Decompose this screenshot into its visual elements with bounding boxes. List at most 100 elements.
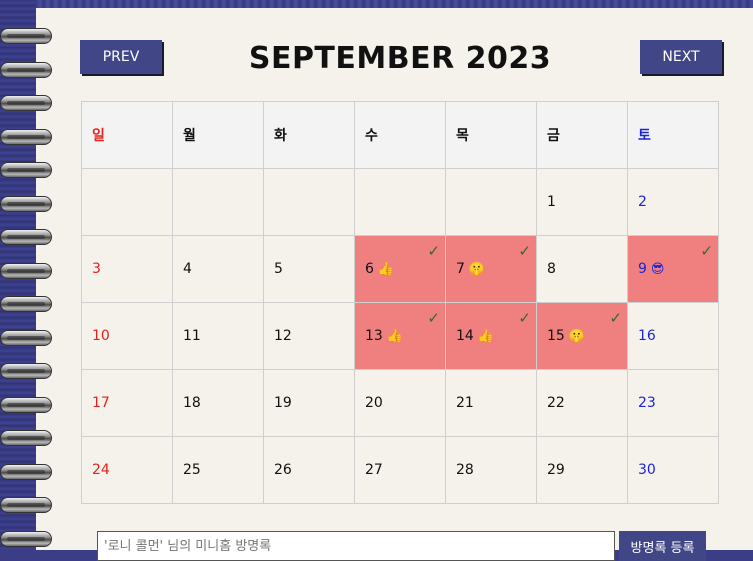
weekday-mon: 월 <box>172 101 264 169</box>
calendar-empty-cell <box>263 168 355 236</box>
spiral-ring <box>0 229 52 245</box>
spiral-ring <box>0 95 52 111</box>
weekday-sat: 토 <box>627 101 719 169</box>
calendar-day-4[interactable]: 4 <box>172 235 264 303</box>
calendar-day-1[interactable]: 1 <box>536 168 628 236</box>
checkmark-icon: ✓ <box>518 309 531 327</box>
day-number: 5 <box>274 261 283 277</box>
day-number: 21 <box>456 395 474 411</box>
day-number: 30 <box>638 462 656 478</box>
next-month-button[interactable]: NEXT <box>640 40 722 74</box>
calendar-day-13[interactable]: 13 👍 ✓ <box>354 302 446 370</box>
calendar-body: 1 2 3 4 5 6 👍 ✓ 7 🤫 ✓ 8 9 😎 ✓ 10 11 12 13 👍 ✓ 14 👍 ✓ 15 🤫 ✓ 16 17 18 1… <box>81 168 719 504</box>
weekday-tue: 화 <box>263 101 355 169</box>
spiral-ring <box>0 61 52 78</box>
notebook-cover-edge <box>36 0 753 8</box>
day-number: 17 <box>92 395 110 411</box>
calendar-week-row: 3 4 5 6 👍 ✓ 7 🤫 ✓ 8 9 😎 ✓ <box>81 235 719 303</box>
day-number: 26 <box>274 462 292 478</box>
calendar-day-16[interactable]: 16 <box>627 302 719 370</box>
calendar-day-22[interactable]: 22 <box>536 369 628 437</box>
day-number: 24 <box>92 462 110 478</box>
day-number: 11 <box>183 328 201 344</box>
guestbook-submit-button[interactable]: 방명록 등록 <box>619 531 706 561</box>
day-number: 27 <box>365 462 383 478</box>
weekday-header-row: 일 월 화 수 목 금 토 <box>81 101 719 169</box>
day-number: 22 <box>547 395 565 411</box>
calendar-day-21[interactable]: 21 <box>445 369 537 437</box>
day-number: 14 <box>456 328 474 344</box>
calendar-day-3[interactable]: 3 <box>81 235 173 303</box>
spiral-ring <box>0 497 52 513</box>
calendar-day-24[interactable]: 24 <box>81 436 173 504</box>
day-number: 12 <box>274 328 292 344</box>
calendar-empty-cell <box>172 168 264 236</box>
spiral-ring <box>0 128 52 145</box>
spiral-ring <box>0 329 52 346</box>
calendar-empty-cell <box>354 168 446 236</box>
day-number: 18 <box>183 395 201 411</box>
calendar-week-row: 10 11 12 13 👍 ✓ 14 👍 ✓ 15 🤫 ✓ 16 <box>81 302 719 370</box>
calendar-day-14[interactable]: 14 👍 ✓ <box>445 302 537 370</box>
day-number: 10 <box>92 328 110 344</box>
spiral-ring <box>0 262 52 279</box>
calendar-day-9[interactable]: 9 😎 ✓ <box>627 235 719 303</box>
weekday-sun: 일 <box>81 101 173 169</box>
calendar-day-11[interactable]: 11 <box>172 302 264 370</box>
checkmark-icon: ✓ <box>427 242 440 260</box>
calendar-day-30[interactable]: 30 <box>627 436 719 504</box>
day-number: 29 <box>547 462 565 478</box>
calendar-day-29[interactable]: 29 <box>536 436 628 504</box>
calendar-day-5[interactable]: 5 <box>263 235 355 303</box>
calendar-day-19[interactable]: 19 <box>263 369 355 437</box>
day-number: 25 <box>183 462 201 478</box>
mood-emoji-icon: 😎 <box>650 262 665 277</box>
day-number: 4 <box>183 261 192 277</box>
calendar-day-15[interactable]: 15 🤫 ✓ <box>536 302 628 370</box>
calendar-day-6[interactable]: 6 👍 ✓ <box>354 235 446 303</box>
calendar-day-8[interactable]: 8 <box>536 235 628 303</box>
mood-emoji-icon: 👍 <box>377 262 395 277</box>
spiral-ring <box>0 363 52 379</box>
day-number: 3 <box>92 261 101 277</box>
prev-month-button[interactable]: PREV <box>80 40 162 74</box>
calendar-day-27[interactable]: 27 <box>354 436 446 504</box>
weekday-wed: 수 <box>354 101 446 169</box>
spiral-ring <box>0 430 52 446</box>
calendar-day-7[interactable]: 7 🤫 ✓ <box>445 235 537 303</box>
checkmark-icon: ✓ <box>427 309 440 327</box>
calendar-day-20[interactable]: 20 <box>354 369 446 437</box>
calendar-day-18[interactable]: 18 <box>172 369 264 437</box>
calendar-week-row: 24 25 26 27 28 29 30 <box>81 436 719 504</box>
spiral-ring <box>0 195 52 212</box>
mood-emoji-icon: 👍 <box>386 329 404 344</box>
checkmark-icon: ✓ <box>518 242 531 260</box>
day-number: 15 <box>547 328 565 344</box>
guestbook-input[interactable] <box>97 531 615 561</box>
weekday-thu: 목 <box>445 101 537 169</box>
spiral-ring <box>0 530 52 547</box>
day-number: 19 <box>274 395 292 411</box>
calendar-day-17[interactable]: 17 <box>81 369 173 437</box>
day-number: 8 <box>547 261 556 277</box>
checkmark-icon: ✓ <box>609 309 622 327</box>
spiral-ring <box>0 28 52 44</box>
calendar-week-row: 17 18 19 20 21 22 23 <box>81 369 719 437</box>
month-title: SEPTEMBER 2023 <box>248 41 552 76</box>
spiral-ring <box>0 296 52 312</box>
calendar-day-26[interactable]: 26 <box>263 436 355 504</box>
calendar-day-12[interactable]: 12 <box>263 302 355 370</box>
day-number: 9 <box>638 261 647 277</box>
day-number: 6 <box>365 261 374 277</box>
day-number: 2 <box>638 194 647 210</box>
calendar-day-28[interactable]: 28 <box>445 436 537 504</box>
weekday-fri: 금 <box>536 101 628 169</box>
mood-emoji-icon: 🤫 <box>568 329 586 344</box>
calendar-day-10[interactable]: 10 <box>81 302 173 370</box>
calendar-day-23[interactable]: 23 <box>627 369 719 437</box>
calendar-day-2[interactable]: 2 <box>627 168 719 236</box>
spiral-ring <box>0 162 52 178</box>
day-number: 7 <box>456 261 465 277</box>
calendar-day-25[interactable]: 25 <box>172 436 264 504</box>
spiral-ring <box>0 463 52 480</box>
